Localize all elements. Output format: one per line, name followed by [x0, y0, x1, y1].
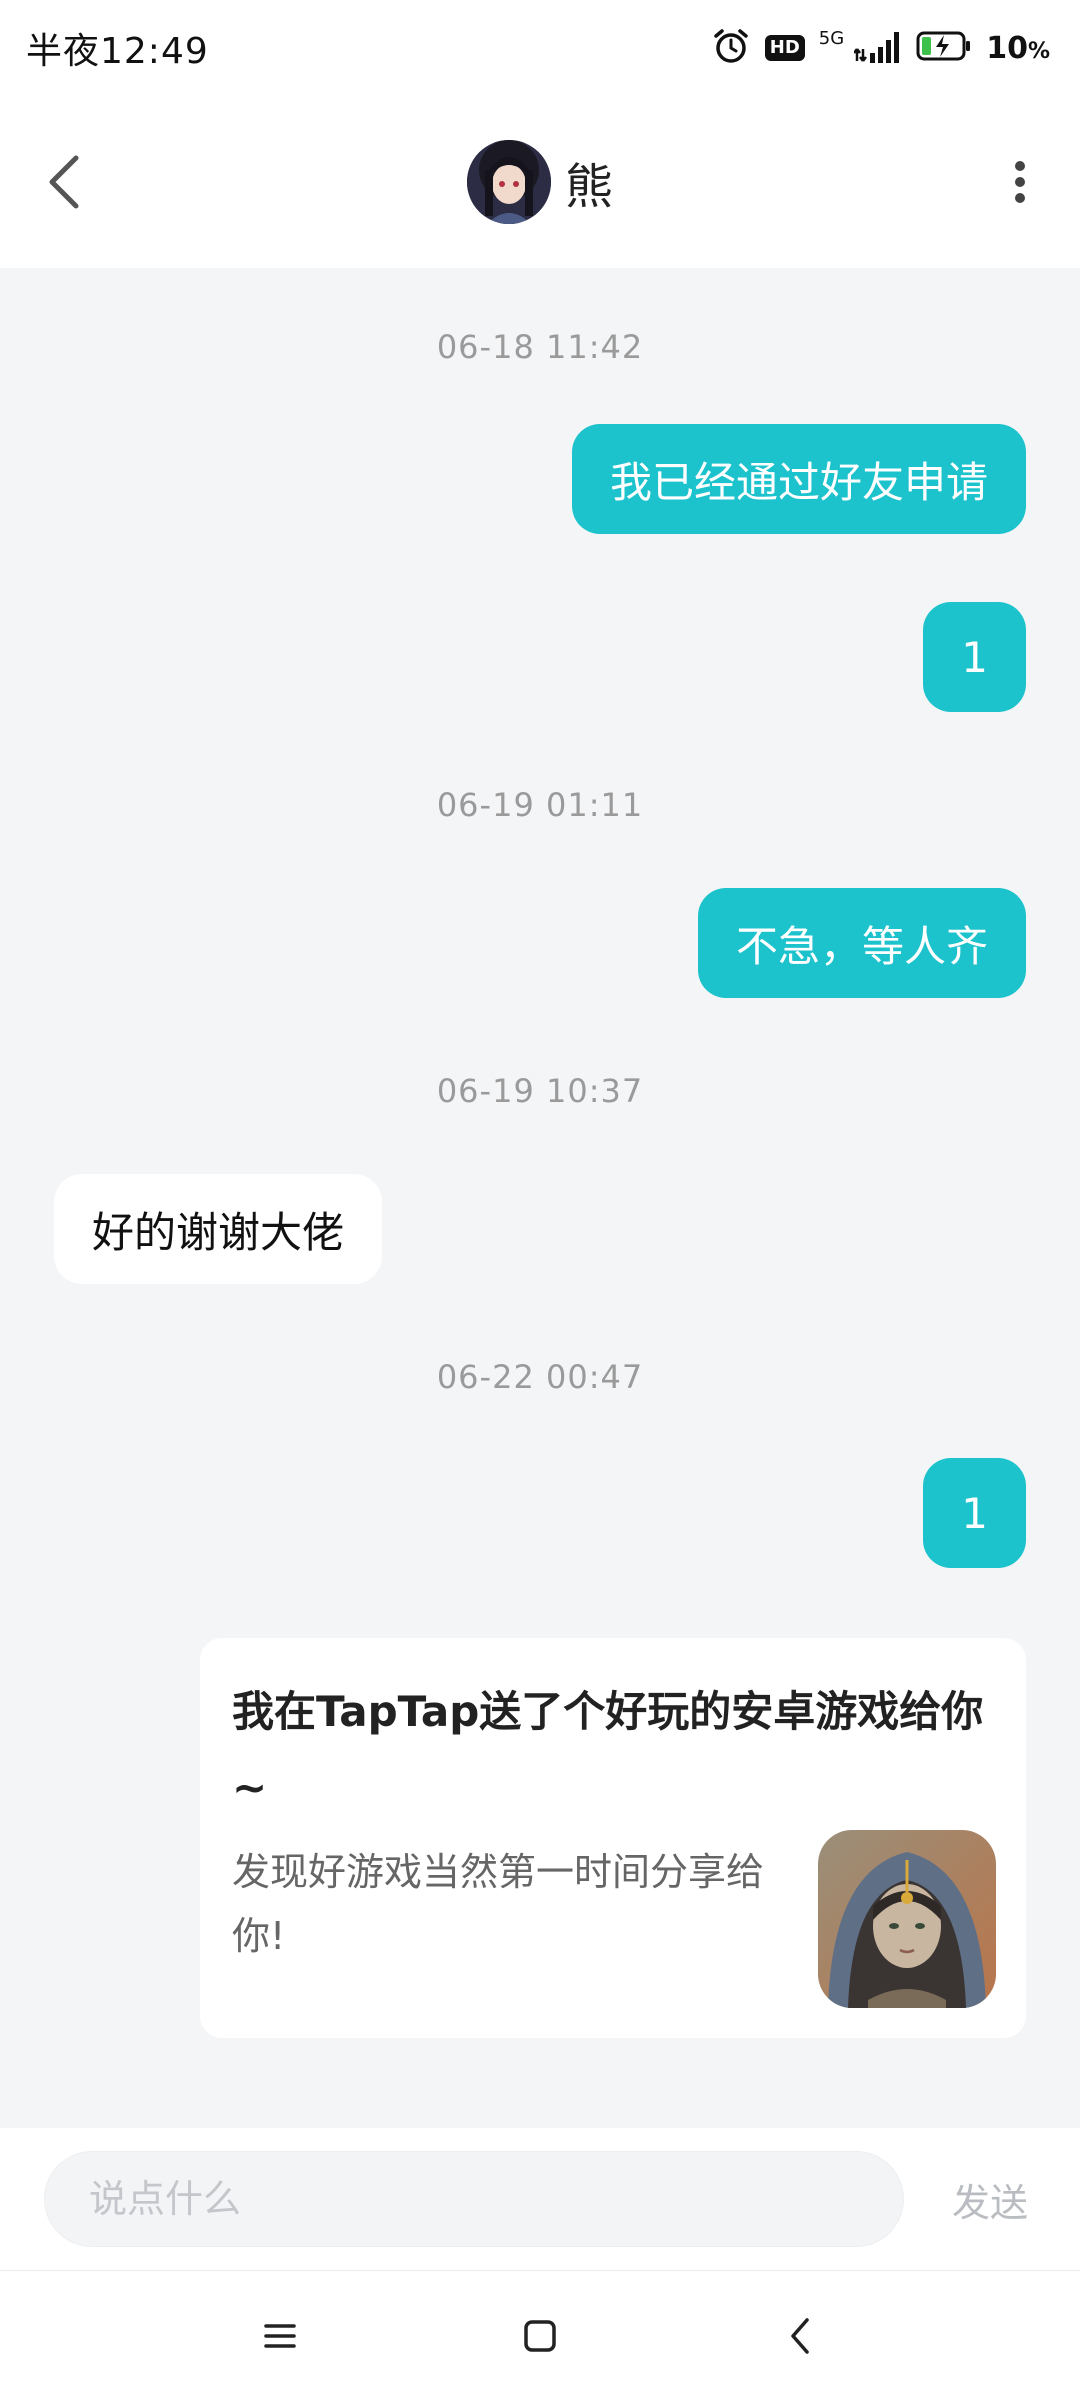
message-input[interactable]: [44, 2151, 904, 2247]
incoming-message[interactable]: 好的谢谢大佬: [54, 1174, 383, 1284]
contact-avatar[interactable]: [466, 140, 551, 224]
nav-back-button[interactable]: [760, 2296, 840, 2376]
back-button[interactable]: [34, 142, 94, 222]
battery-icon: [916, 30, 972, 66]
network-type: 5G: [818, 27, 845, 49]
game-share-card[interactable]: 我在TapTap送了个好玩的安卓游戏给你~ 发现好游戏当然第一时间分享给你!: [200, 1638, 1026, 2038]
system-navigation-bar: [0, 2270, 1080, 2400]
more-options-button[interactable]: [990, 142, 1050, 222]
message-timestamp: 06-19 10:37: [436, 1072, 644, 1110]
nav-home-button[interactable]: [500, 2296, 580, 2376]
chat-screen: 半夜12:49 HD 5G 10% 熊 06-18 11:42 我已经通过好友申…: [0, 0, 1080, 2400]
contact-title[interactable]: 熊: [466, 140, 613, 224]
status-icons: HD 5G 10%: [711, 26, 1050, 70]
outgoing-message[interactable]: 不急，等人齐: [697, 888, 1026, 998]
hd-badge: HD: [764, 35, 805, 61]
alarm-icon: [711, 26, 751, 70]
share-card-title: 我在TapTap送了个好玩的安卓游戏给你~: [232, 1687, 984, 1812]
status-time: 半夜12:49: [26, 31, 209, 72]
back-arrow-icon: [791, 2317, 809, 2354]
message-timestamp: 06-19 01:11: [436, 786, 644, 824]
contact-name: 熊: [564, 159, 613, 215]
message-timestamp: 06-22 00:47: [436, 1358, 644, 1396]
game-thumbnail[interactable]: [818, 1830, 996, 2008]
outgoing-message[interactable]: 我已经通过好友申请: [571, 424, 1026, 534]
outgoing-message[interactable]: 1: [923, 1458, 1026, 1568]
message-timestamp: 06-18 11:42: [436, 328, 644, 366]
nav-menu-button[interactable]: [240, 2296, 320, 2376]
battery-level: 10%: [986, 30, 1050, 66]
signal-icon: [853, 29, 902, 67]
message-input-bar: 发送: [0, 2128, 1080, 2270]
chat-header: 熊: [0, 96, 1080, 268]
more-vertical-icon: [1015, 161, 1025, 203]
send-button[interactable]: 发送: [952, 2172, 1028, 2227]
home-square-icon: [524, 2319, 556, 2352]
chevron-left-icon: [49, 155, 79, 209]
menu-icon: [264, 2323, 296, 2348]
outgoing-message[interactable]: 1: [923, 602, 1026, 712]
share-card-description: 发现好游戏当然第一时间分享给你!: [232, 1850, 765, 1958]
status-bar: 半夜12:49 HD 5G 10%: [0, 0, 1080, 96]
message-list[interactable]: 06-18 11:42 我已经通过好友申请 1 06-19 01:11 不急，等…: [0, 268, 1080, 2128]
